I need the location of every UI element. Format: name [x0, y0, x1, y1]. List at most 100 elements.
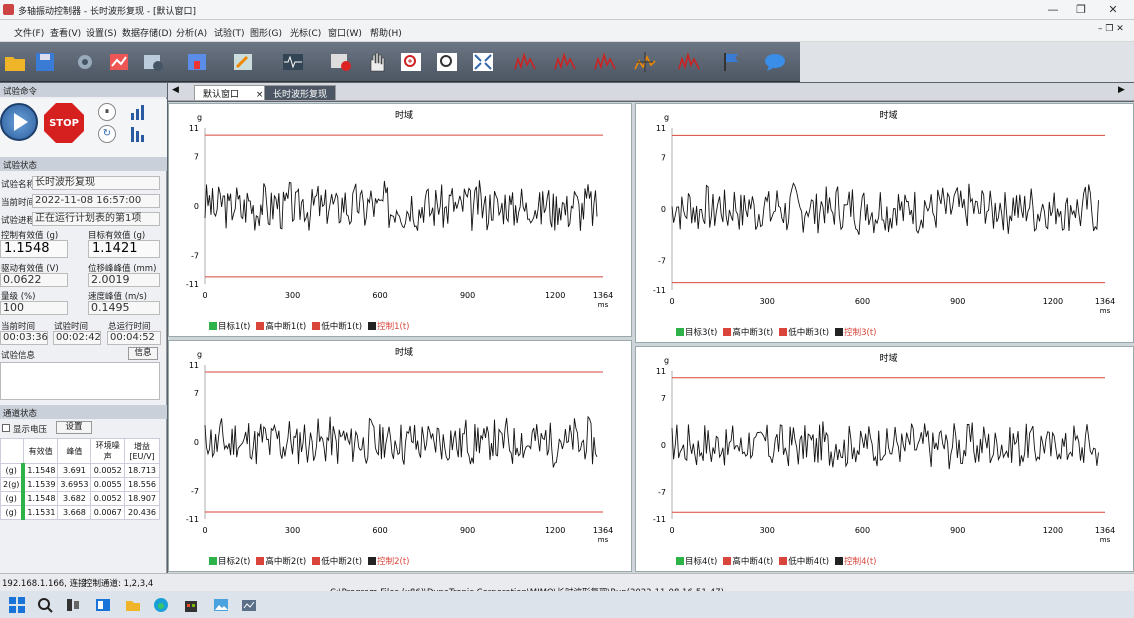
profile-icon[interactable]	[140, 50, 166, 74]
stop-button[interactable]: STOP	[44, 103, 84, 143]
legend-checkbox[interactable]	[209, 557, 217, 565]
legend-item[interactable]: 控制2(t)	[368, 557, 410, 567]
legend-checkbox[interactable]	[723, 557, 732, 565]
export-icon[interactable]	[184, 50, 210, 74]
legend-checkbox[interactable]	[723, 328, 732, 336]
play-button[interactable]	[0, 103, 38, 141]
legend-checkbox[interactable]	[835, 328, 844, 336]
legend-item[interactable]: 目标3(t)	[676, 328, 717, 338]
time-domain-chart-4[interactable]: 时域 g 11 7 0 -7 -11 0 300 600 900 1200 1364 ms 目标4(t) 高中…	[635, 346, 1134, 572]
windows-start-icon[interactable]	[8, 596, 26, 614]
legend-item[interactable]: 目标1(t)	[209, 322, 250, 332]
legend-item[interactable]: 低中断4(t)	[779, 557, 829, 567]
zoom-out-icon[interactable]	[434, 50, 460, 74]
settings-button[interactable]: 设置	[56, 421, 92, 434]
app-taskbar-icon[interactable]	[240, 596, 258, 614]
table-row[interactable]: 2(g) 1.1539 3.6953 0.0055 18.556	[0, 477, 160, 492]
legend-item[interactable]: 目标2(t)	[209, 557, 250, 567]
pan-hand-icon[interactable]	[364, 50, 390, 74]
gear-icon[interactable]	[72, 50, 98, 74]
legend-item[interactable]: 低中断2(t)	[312, 557, 362, 567]
flag-icon[interactable]	[718, 50, 744, 74]
spectrum-icon[interactable]	[512, 50, 538, 74]
legend-item[interactable]: 控制4(t)	[835, 557, 877, 567]
legend-checkbox[interactable]	[312, 557, 321, 565]
peak-marker-icon[interactable]	[676, 50, 702, 74]
legend-item[interactable]: 控制1(t)	[368, 322, 410, 332]
time-domain-chart-2[interactable]: 时域 g 11 7 0 -7 -11 0 300 600 900 1200 1364 ms 目标3(t) 高中…	[635, 103, 1134, 343]
maximize-icon[interactable]: ❐	[1068, 2, 1094, 18]
legend-item[interactable]: 高中断2(t)	[256, 557, 306, 567]
cursor-icon[interactable]	[632, 50, 658, 74]
legend-checkbox[interactable]	[312, 322, 321, 330]
menu-test[interactable]: 试验(T)	[214, 26, 245, 39]
waveform-icon[interactable]	[280, 50, 306, 74]
progress-label: 试验进程	[1, 216, 36, 226]
search-icon[interactable]	[36, 596, 54, 614]
stop-record-icon[interactable]	[328, 50, 354, 74]
tab-scroll-left-icon[interactable]: ◀	[172, 85, 179, 95]
legend-checkbox[interactable]	[676, 328, 684, 336]
photos-icon[interactable]	[212, 596, 230, 614]
info-button[interactable]: 信息	[128, 347, 158, 360]
close-icon[interactable]: ✕	[1100, 2, 1126, 18]
channel-setup-icon[interactable]	[106, 50, 132, 74]
table-row[interactable]: (g) 1.1531 3.668 0.0067 20.436	[0, 505, 160, 520]
fit-view-icon[interactable]	[470, 50, 496, 74]
menu-window[interactable]: 窗口(W)	[328, 26, 362, 39]
menu-help[interactable]: 帮助(H)	[370, 26, 402, 39]
level-up-icon[interactable]	[128, 103, 148, 121]
level-down-icon[interactable]	[128, 125, 148, 143]
edit-icon[interactable]	[230, 50, 256, 74]
file-explorer-icon[interactable]	[124, 596, 142, 614]
legend-checkbox[interactable]	[779, 557, 788, 565]
tab-scroll-right-icon[interactable]: ▶	[1118, 85, 1125, 95]
widgets-icon[interactable]	[94, 596, 112, 614]
menu-view[interactable]: 查看(V)	[50, 26, 81, 39]
legend-item[interactable]: 目标4(t)	[676, 557, 717, 567]
legend-checkbox[interactable]	[676, 557, 684, 565]
x-axis-unit: ms	[1100, 307, 1111, 315]
legend-checkbox[interactable]	[368, 557, 377, 565]
task-view-icon[interactable]	[64, 596, 82, 614]
menu-cursor[interactable]: 光标(C)	[290, 26, 321, 39]
time-domain-chart-1[interactable]: 时域 g 11 7 0 -7 -11 0 300 600 900 1200 1364 ms 目标1(t) 高中…	[168, 103, 632, 337]
tab-long-waveform[interactable]: 长时波形复现	[264, 85, 337, 100]
chat-icon[interactable]	[762, 50, 788, 74]
open-folder-icon[interactable]	[2, 50, 28, 74]
legend-checkbox[interactable]	[835, 557, 844, 565]
legend-checkbox[interactable]	[779, 328, 788, 336]
store-icon[interactable]	[182, 596, 200, 614]
tab-default-window[interactable]: 默认窗口 ×	[194, 85, 273, 100]
legend-item[interactable]: 低中断1(t)	[312, 322, 362, 332]
menu-settings[interactable]: 设置(S)	[86, 26, 117, 39]
minimize-icon[interactable]: —	[1040, 2, 1066, 18]
show-voltage-checkbox[interactable]	[2, 424, 10, 432]
save-icon[interactable]	[32, 50, 58, 74]
legend-item[interactable]: 高中断1(t)	[256, 322, 306, 332]
menu-data-storage[interactable]: 数据存储(D)	[122, 26, 172, 39]
legend-checkbox[interactable]	[209, 322, 217, 330]
legend-item[interactable]: 控制3(t)	[835, 328, 877, 338]
time-domain-chart-3[interactable]: 时域 g 11 7 0 -7 -11 0 300 600 900 1200 1364 ms 目标2(t) 高中…	[168, 340, 632, 572]
legend-item[interactable]: 高中断4(t)	[723, 557, 773, 567]
pause-icon[interactable]: ⏸	[98, 103, 116, 121]
legend-item[interactable]: 高中断3(t)	[723, 328, 773, 338]
legend-checkbox[interactable]	[256, 557, 265, 565]
menu-file[interactable]: 文件(F)	[14, 26, 44, 39]
restart-icon[interactable]: ↻	[98, 125, 116, 143]
legend-checkbox[interactable]	[368, 322, 377, 330]
chart-title: 时域	[395, 346, 413, 358]
tab-close-icon[interactable]: ×	[256, 90, 264, 100]
legend-item[interactable]: 低中断3(t)	[779, 328, 829, 338]
spectrum-peak-icon[interactable]	[592, 50, 618, 74]
table-row[interactable]: (g) 1.1548 3.691 0.0052 18.713	[0, 463, 160, 478]
zoom-in-icon[interactable]	[398, 50, 424, 74]
mdi-controls[interactable]: – ❐ ✕	[1098, 24, 1124, 34]
edge-browser-icon[interactable]	[152, 596, 170, 614]
menu-analysis[interactable]: 分析(A)	[176, 26, 207, 39]
legend-checkbox[interactable]	[256, 322, 265, 330]
menu-graph[interactable]: 图形(G)	[250, 26, 282, 39]
table-row[interactable]: (g) 1.1548 3.682 0.0052 18.907	[0, 491, 160, 506]
spectrum-overlay-icon[interactable]	[552, 50, 578, 74]
